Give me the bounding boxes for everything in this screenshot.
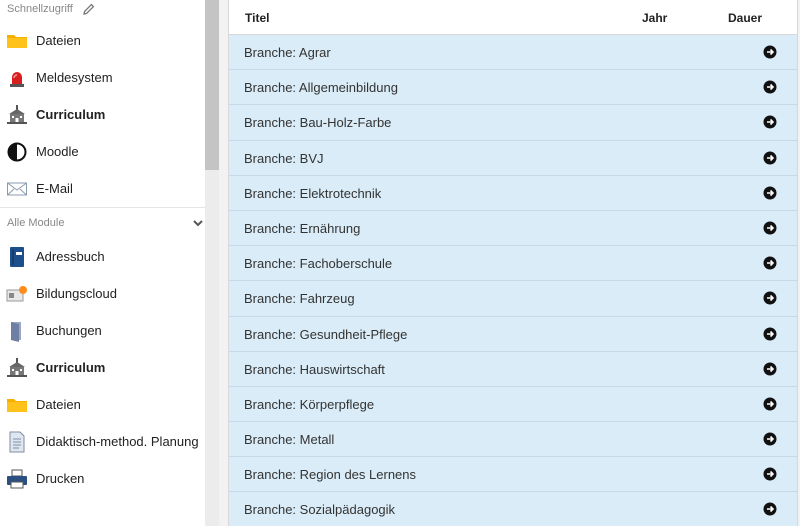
all-modules-header[interactable]: Alle Module [0, 208, 205, 238]
expand-circle-icon[interactable] [763, 45, 777, 59]
folder-icon [6, 30, 28, 52]
table-body: Branche: Agrar Branche: Allgemeinbildung B… [229, 35, 797, 526]
column-year[interactable]: Jahr [642, 11, 667, 25]
sidebar-item-label: Adressbuch [36, 249, 105, 264]
sidebar-item-dateien[interactable]: Dateien [0, 22, 205, 59]
sidebar-item-adressbuch[interactable]: Adressbuch [0, 238, 205, 275]
sidebar-item-moodle[interactable]: Moodle [0, 133, 205, 170]
sidebar-item-label: E-Mail [36, 181, 73, 196]
expand-circle-icon[interactable] [763, 362, 777, 376]
half-circle-icon [6, 141, 28, 163]
quick-access-list: Dateien Meldesystem Curriculum Moodle E-Mail [0, 22, 205, 207]
door-icon [6, 320, 28, 342]
expand-circle-icon[interactable] [763, 467, 777, 481]
all-modules-label: Alle Module [7, 217, 65, 229]
table-row[interactable]: Branche: Agrar [229, 35, 797, 71]
sidebar-item-label: Curriculum [36, 107, 106, 122]
table-header: Titel Jahr Dauer [229, 0, 797, 35]
row-title: Branche: Fahrzeug [244, 291, 355, 307]
scrollbar-thumb[interactable] [205, 0, 219, 170]
address-book-icon [6, 246, 28, 268]
siren-icon [6, 67, 28, 89]
expand-circle-icon[interactable] [763, 186, 777, 200]
expand-circle-icon[interactable] [763, 221, 777, 235]
table-row[interactable]: Branche: Elektrotechnik [229, 175, 797, 211]
column-duration[interactable]: Dauer [728, 11, 762, 25]
all-modules-list: Adressbuch Bildungscloud Buchungen Curricul… [0, 238, 205, 497]
row-title: Branche: Sozialpädagogik [244, 502, 396, 518]
table-row[interactable]: Branche: Sozialpädagogik [229, 492, 797, 526]
expand-circle-icon[interactable] [763, 291, 777, 305]
sidebar: Schnellzugriff Dateien Meldesystem Curricu… [0, 0, 205, 526]
row-title: Branche: Region des Lernens [244, 467, 417, 483]
chevron-down-icon[interactable] [191, 216, 205, 230]
table-row[interactable]: Branche: Allgemeinbildung [229, 70, 797, 106]
expand-circle-icon[interactable] [763, 432, 777, 446]
sidebar-item-label: Dateien [36, 33, 81, 48]
sidebar-item-e-mail[interactable]: E-Mail [0, 170, 205, 207]
expand-circle-icon[interactable] [763, 397, 777, 411]
row-title: Branche: Körperpflege [244, 396, 375, 412]
row-title: Branche: Fachoberschule [244, 256, 393, 272]
quick-access-label: Schnellzugriff [7, 3, 73, 15]
sidebar-item-curriculum[interactable]: Curriculum [0, 349, 205, 386]
curriculum-table: Titel Jahr Dauer Branche: Agrar Branche: … [228, 0, 798, 526]
sidebar-item-label: Dateien [36, 397, 81, 412]
row-title: Branche: Bau-Holz-Farbe [244, 115, 392, 131]
table-row[interactable]: Branche: Bau-Holz-Farbe [229, 105, 797, 141]
expand-circle-icon[interactable] [763, 80, 777, 94]
sidebar-item-label: Curriculum [36, 360, 106, 375]
sidebar-item-label: Moodle [36, 144, 79, 159]
sidebar-item-meldesystem[interactable]: Meldesystem [0, 59, 205, 96]
table-row[interactable]: Branche: Region des Lernens [229, 457, 797, 493]
sidebar-item-label: Bildungscloud [36, 286, 117, 301]
envelope-icon [6, 178, 28, 200]
row-title: Branche: BVJ [244, 150, 324, 166]
sidebar-item-bildungscloud[interactable]: Bildungscloud [0, 275, 205, 312]
expand-circle-icon[interactable] [763, 115, 777, 129]
row-title: Branche: Gesundheit-Pflege [244, 326, 408, 342]
expand-circle-icon[interactable] [763, 327, 777, 341]
expand-circle-icon[interactable] [763, 151, 777, 165]
table-row[interactable]: Branche: Ernährung [229, 210, 797, 247]
sidebar-item-label: Meldesystem [36, 70, 113, 85]
row-title: Branche: Allgemeinbildung [244, 80, 398, 96]
row-title: Branche: Ernährung [244, 220, 361, 236]
expand-circle-icon[interactable] [763, 256, 777, 270]
table-row[interactable]: Branche: Fahrzeug [229, 281, 797, 317]
school-building-icon [6, 104, 28, 126]
column-title[interactable]: Titel [245, 11, 269, 25]
quick-access-header: Schnellzugriff [0, 0, 205, 22]
sidebar-item-curriculum[interactable]: Curriculum [0, 96, 205, 133]
pencil-icon[interactable] [82, 3, 95, 15]
table-row[interactable]: Branche: Körperpflege [229, 386, 797, 423]
table-row[interactable]: Branche: BVJ [229, 140, 797, 176]
sidebar-item-buchungen[interactable]: Buchungen [0, 312, 205, 349]
cloud-card-icon [6, 283, 28, 305]
row-title: Branche: Agrar [244, 45, 331, 60]
row-title: Branche: Metall [244, 432, 335, 448]
row-title: Branche: Elektrotechnik [244, 185, 382, 201]
document-icon [6, 431, 28, 453]
sidebar-item-didaktisch-method-planung[interactable]: Didaktisch-method. Planung [0, 423, 205, 460]
table-row[interactable]: Branche: Hauswirtschaft [229, 351, 797, 387]
table-row[interactable]: Branche: Metall [229, 422, 797, 458]
sidebar-item-drucken[interactable]: Drucken [0, 460, 205, 497]
sidebar-item-label: Didaktisch-method. Planung [36, 434, 199, 449]
folder-icon [6, 394, 28, 416]
printer-icon [6, 468, 28, 490]
expand-circle-icon[interactable] [763, 502, 777, 516]
school-building-icon [6, 357, 28, 379]
sidebar-item-dateien[interactable]: Dateien [0, 386, 205, 423]
sidebar-item-label: Buchungen [36, 323, 102, 338]
table-row[interactable]: Branche: Gesundheit-Pflege [229, 316, 797, 352]
table-row[interactable]: Branche: Fachoberschule [229, 246, 797, 282]
row-title: Branche: Hauswirtschaft [244, 361, 385, 377]
sidebar-item-label: Drucken [36, 471, 85, 486]
sidebar-scrollbar[interactable] [205, 0, 219, 526]
